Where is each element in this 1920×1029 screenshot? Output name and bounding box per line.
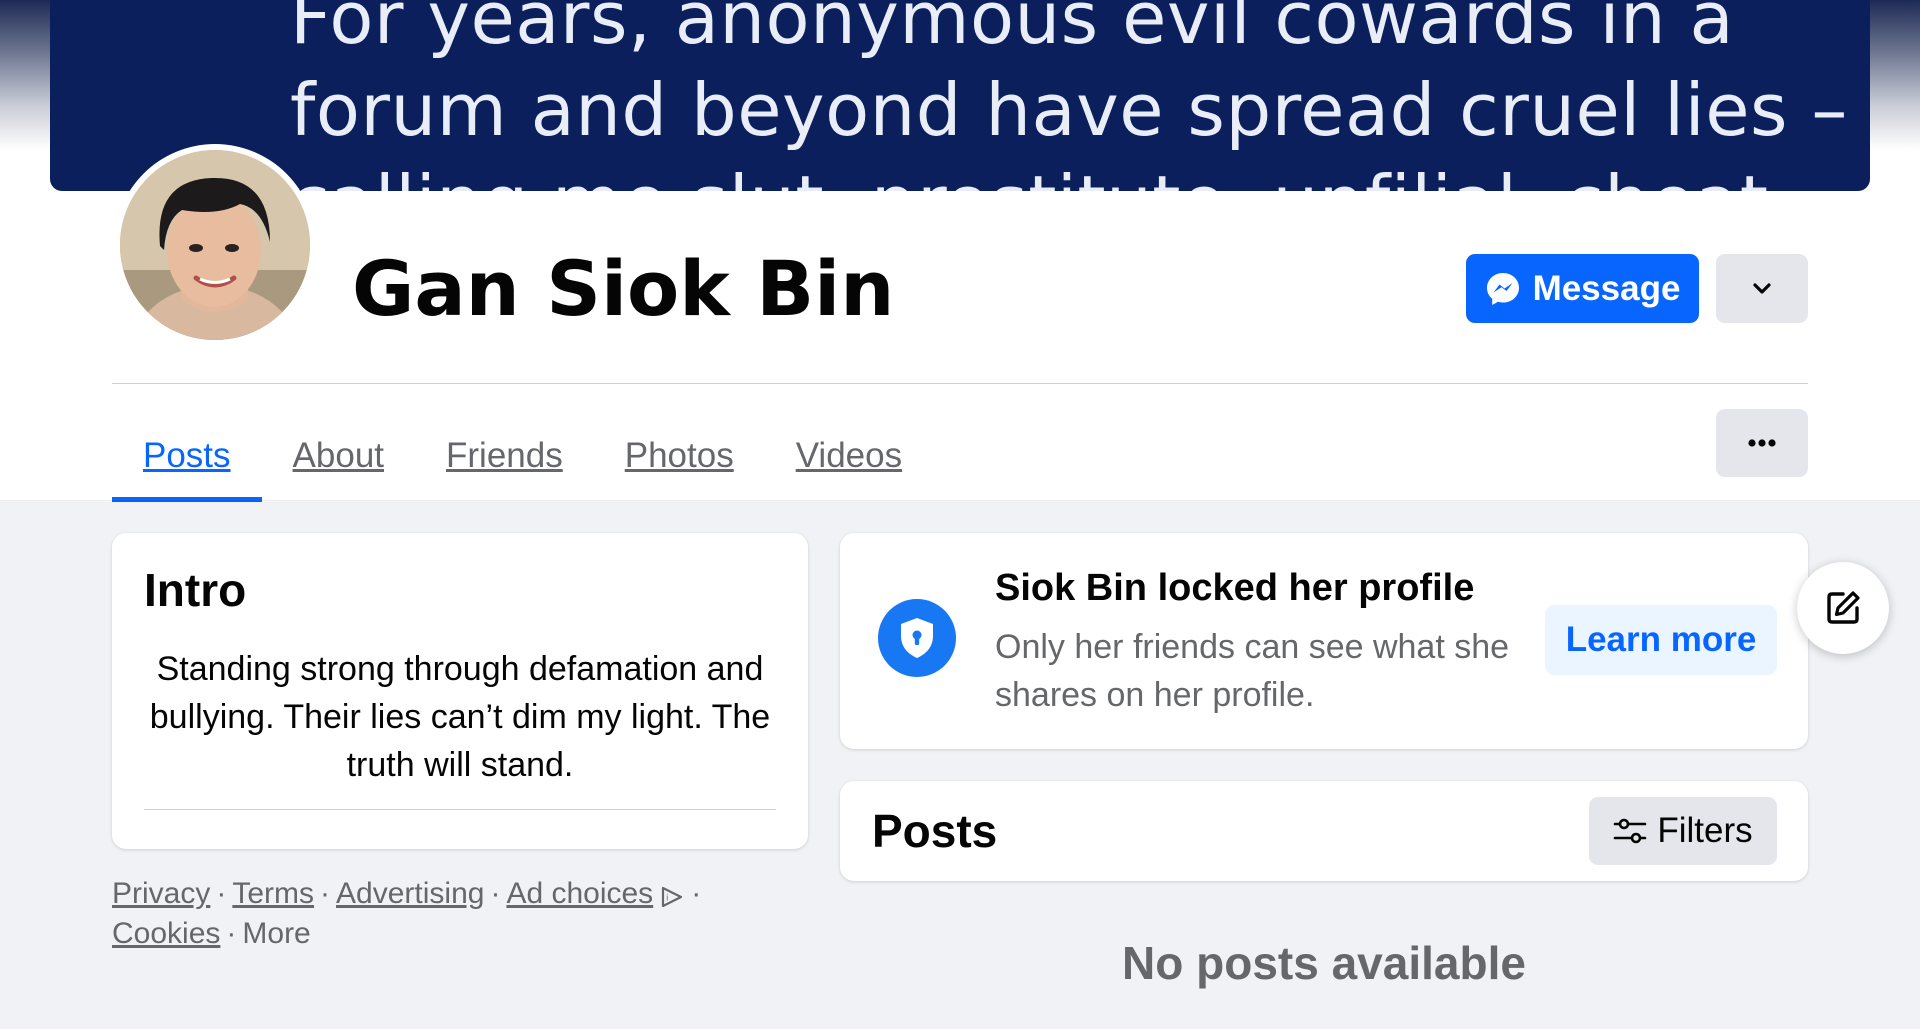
profile-options-dropdown[interactable] (1716, 254, 1808, 323)
ellipsis-icon (1748, 439, 1776, 447)
no-posts-message: No posts available (1122, 937, 1526, 989)
avatar-portrait (120, 150, 310, 340)
intro-card: Intro Standing strong through defamation… (112, 533, 808, 849)
intro-divider (144, 809, 776, 810)
footer-advertising-link[interactable]: Advertising (336, 877, 484, 910)
messenger-icon (1485, 271, 1521, 307)
edit-compose-button[interactable] (1797, 562, 1889, 654)
footer-privacy-link[interactable]: Privacy (112, 877, 210, 910)
footer-separator: · (216, 877, 227, 910)
footer-more-link[interactable]: More (242, 917, 310, 950)
filters-icon (1614, 818, 1647, 844)
footer-separator: · (320, 877, 331, 910)
avatar[interactable] (120, 150, 310, 340)
posts-title: Posts (872, 805, 998, 857)
chevron-down-icon (1753, 282, 1771, 294)
edit-icon (1827, 591, 1860, 624)
tab-about[interactable]: About (262, 410, 415, 502)
footer-ad-choices-link[interactable]: Ad choices (506, 877, 653, 910)
tab-photos[interactable]: Photos (594, 410, 765, 502)
tabs-more-button[interactable] (1716, 409, 1808, 477)
tab-friends[interactable]: Friends (415, 410, 594, 502)
cover-photo[interactable]: For years, anonymous evil cowards in a f… (50, 0, 1870, 191)
profile-name: Gan Siok Bin (352, 244, 895, 333)
shield-lock-icon (878, 599, 956, 677)
message-button[interactable]: Message (1466, 254, 1699, 323)
tab-posts[interactable]: Posts (112, 410, 262, 502)
footer-links: Privacy · Terms · Advertising · Ad choices i · Co… (112, 874, 812, 954)
learn-more-button[interactable]: Learn more (1545, 605, 1777, 675)
locked-profile-description: Only her friends can see what she shares… (995, 628, 1510, 714)
footer-terms-link[interactable]: Terms (232, 877, 314, 910)
header-divider (112, 383, 1808, 384)
posts-header-card: Posts Filters (840, 781, 1808, 881)
tabbar-shadow (0, 500, 1920, 503)
filters-label: Filters (1657, 811, 1753, 850)
message-button-label: Message (1532, 268, 1681, 308)
ad-choices-icon[interactable]: i (659, 880, 685, 908)
svg-text:i: i (666, 894, 669, 904)
profile-tabs: Posts About Friends Photos Videos (112, 410, 933, 502)
footer-separator: · (226, 917, 237, 950)
intro-bio: Standing strong through defamation and b… (149, 650, 771, 784)
footer-separator: · (490, 877, 501, 910)
footer-cookies-link[interactable]: Cookies (112, 917, 220, 950)
footer-separator: · (691, 877, 702, 910)
locked-profile-card: Siok Bin locked her profile Only her fri… (840, 533, 1808, 749)
filters-button[interactable]: Filters (1589, 797, 1777, 865)
locked-profile-title: Siok Bin locked her profile (995, 567, 1475, 609)
intro-title: Intro (144, 564, 247, 616)
tab-videos[interactable]: Videos (765, 410, 933, 502)
cover-photo-text: For years, anonymous evil cowards in a f… (290, 0, 1848, 191)
